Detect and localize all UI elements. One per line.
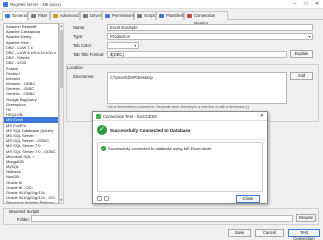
list-scrollbar[interactable]: ▲ ▼ [59,23,64,204]
scroll-down-icon[interactable]: ▼ [60,198,63,203]
save-button[interactable]: Save [228,229,251,237]
tab-driver[interactable]: Driver [80,11,102,20]
type-value: Production [110,34,131,39]
tab-label: Filter [38,13,48,18]
permissions-icon [105,14,110,18]
list-item[interactable]: Pervasive Analytic Platform [4,200,58,203]
chevron-down-icon: ▼ [133,44,137,48]
directories-hint: List of directories to connect to. Separ… [107,105,251,109]
tab-advanced[interactable]: Advanced [50,11,80,20]
tab-permissions[interactable]: Permissions [102,11,135,20]
folder-label: Folder: [17,217,31,222]
tab-color-select[interactable]: ▼ [107,42,139,49]
tab-label: General [12,13,27,18]
dialog-heading: Successfully Connected to Database [110,128,191,133]
server-type-list[interactable]: Amazon Redshift Apache Cassandra Apache De… [3,23,59,204]
mounted-scripts-label: Mounted Scripts [9,209,40,214]
minimize-icon[interactable]: – [290,1,300,8]
test-connection-button[interactable]: Test Connection [288,229,320,240]
location-label: Location [67,65,83,70]
dialog-message-box: ✓ Successfully connected to database usi… [97,142,263,192]
add-button[interactable]: Add [290,72,313,80]
tab-title-label: Tab Title Format: [73,52,105,57]
dialog-header: ✓ Successfully Connected to Database [94,122,266,140]
explain-button[interactable]: Explain [290,50,313,58]
tab-title-field[interactable]: ${DBC} [107,51,287,58]
type-select[interactable]: Production ▼ [107,33,313,40]
dialog-titlebar: Connection Test - SUCCESS ✕ [93,112,267,121]
tab-color-label: Tab Color: [73,43,93,48]
driver-icon [83,14,88,18]
app-icon [3,2,8,7]
tab-connection-monitor[interactable]: Connection Monitor [184,11,228,26]
folder-field[interactable] [31,215,293,222]
dialog-title: Connection Test - SUCCESS [103,114,157,119]
dialog-close-button[interactable]: Close [236,195,260,203]
advanced-icon [53,14,58,18]
tab-label: Script [144,13,155,18]
directories-label: Directories: [73,74,95,79]
tab-label: PlusShell [166,13,184,18]
dialog-icon [96,114,101,119]
close-icon[interactable]: ✕ [312,1,322,8]
tab-plusshell[interactable]: PlusShell [156,11,184,20]
dialog-close-icon[interactable]: ✕ [260,113,264,119]
tab-filter[interactable]: Filter [28,11,50,20]
type-label: Type: [73,34,84,39]
browse-button[interactable]: Browse [296,214,316,222]
plusshell-icon [159,14,164,18]
tab-label: Driver [90,13,102,18]
scroll-thumb[interactable] [60,30,63,88]
success-small-icon: ✓ [101,146,106,151]
tab-label: Permissions [112,13,135,18]
tab-script[interactable]: Script [134,11,156,20]
script-icon [137,14,142,18]
general-icon [5,14,10,18]
directories-field[interactable]: C:\Users\DHP\Desktop [107,72,287,104]
name-field[interactable]: Excel Example [107,24,313,31]
name-label: Name: [73,25,86,30]
directory-value: C:\Users\DHP\Desktop [110,75,153,80]
success-check-icon: ✓ [97,125,107,135]
filter-icon [31,14,36,18]
tab-general[interactable]: General [2,11,28,21]
scroll-up-icon[interactable]: ▲ [60,24,63,29]
list-item[interactable]: MS SQL Server 7.0 - ODBC [4,149,58,154]
monitor-icon [187,14,192,18]
tab-label: Advanced [60,13,79,18]
cancel-button[interactable]: Cancel [255,229,284,237]
maximize-icon[interactable]: □ [301,1,311,8]
window-titlebar: Register server - 2BI (xxxx) – □ ✕ [0,0,323,9]
copy-icon[interactable] [97,196,102,201]
dialog-message: Successfully connected to database using… [108,146,213,151]
window-title: Register server - 2BI (xxxx) [10,2,61,7]
help-icon[interactable] [104,196,109,201]
tab-bar: General Filter Advanced Driver Permissio… [0,10,323,26]
chevron-down-icon: ▼ [307,35,311,39]
connection-test-dialog: Connection Test - SUCCESS ✕ ✓ Successful… [92,111,268,204]
